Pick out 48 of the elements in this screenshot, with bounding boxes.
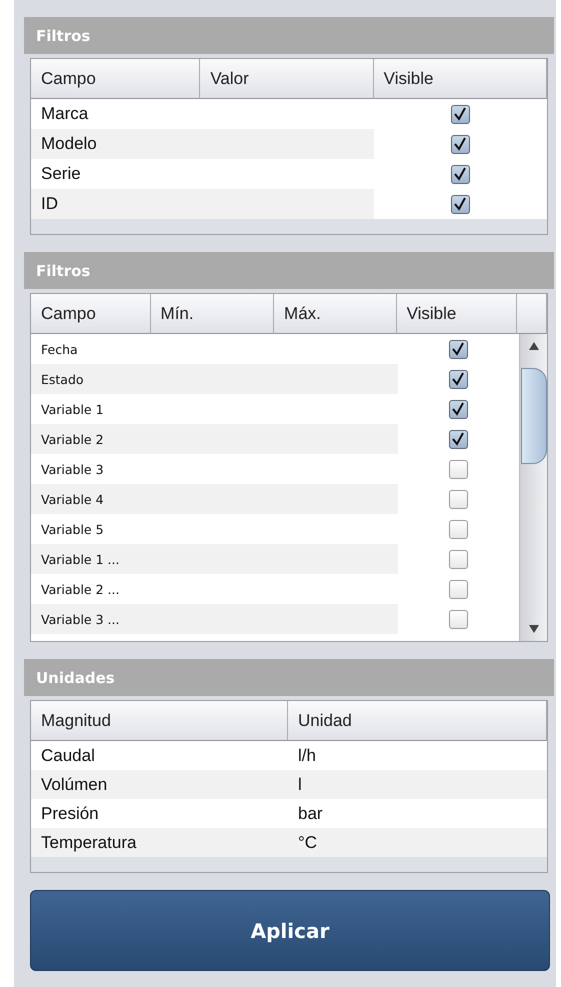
section-title: Unidades: [24, 659, 554, 696]
column-header[interactable]: Campo: [31, 294, 151, 334]
table-cell-text: °C: [297, 832, 318, 854]
section-title: Filtros: [24, 252, 554, 289]
checkbox[interactable]: [450, 134, 470, 154]
checkbox[interactable]: [449, 400, 468, 418]
checkbox[interactable]: [450, 164, 470, 184]
column-header[interactable]: Máx.: [274, 294, 397, 334]
checkbox[interactable]: [450, 104, 470, 124]
checkbox[interactable]: [449, 370, 468, 388]
table-cell: Variable 1 ...: [31, 544, 398, 574]
table-cell-text: l: [297, 774, 303, 796]
scrollbar[interactable]: [519, 334, 547, 641]
scroll-up-icon[interactable]: [528, 342, 538, 350]
section-title: Filtros: [24, 17, 554, 54]
table-cell: Serie: [31, 159, 374, 189]
table-cell: Variable 3 ...: [31, 604, 398, 634]
column-header[interactable]: Unidad: [288, 701, 547, 741]
checkbox[interactable]: [449, 550, 468, 568]
table-cell: Variable 2: [31, 424, 398, 454]
column-header[interactable]: Valor: [200, 59, 374, 99]
column-header[interactable]: Campo: [31, 59, 200, 99]
checkbox[interactable]: [450, 194, 470, 214]
checkbox[interactable]: [449, 580, 468, 598]
table-cell-text: Caudal: [40, 744, 96, 766]
header-corner: [517, 294, 548, 334]
column-header[interactable]: Magnitud: [31, 701, 288, 741]
column-header[interactable]: Mín.: [150, 294, 274, 334]
checkbox[interactable]: [449, 520, 468, 538]
table-cell: Marca: [31, 99, 374, 129]
table-cell: Estado: [31, 364, 398, 394]
checkbox[interactable]: [449, 430, 468, 448]
table-cell-text: Volúmen: [40, 774, 108, 796]
table-cell: Variable 4: [31, 484, 398, 514]
table-cell: ID: [31, 189, 374, 219]
table-cell: Modelo: [31, 129, 374, 159]
scroll-down-icon[interactable]: [528, 625, 538, 633]
checkbox[interactable]: [449, 610, 468, 628]
checkbox[interactable]: [449, 490, 468, 508]
checkbox[interactable]: [449, 460, 468, 478]
column-header[interactable]: Visible: [396, 294, 518, 334]
checkbox[interactable]: [449, 340, 468, 358]
table-cell-text: bar: [297, 802, 324, 824]
table-cell-text: Temperatura: [40, 832, 138, 854]
table-cell-text: l/h: [297, 744, 317, 766]
column-header[interactable]: Visible: [374, 59, 547, 99]
table-cell-text: Presión: [40, 802, 100, 824]
apply-button[interactable]: Aplicar: [30, 890, 550, 971]
